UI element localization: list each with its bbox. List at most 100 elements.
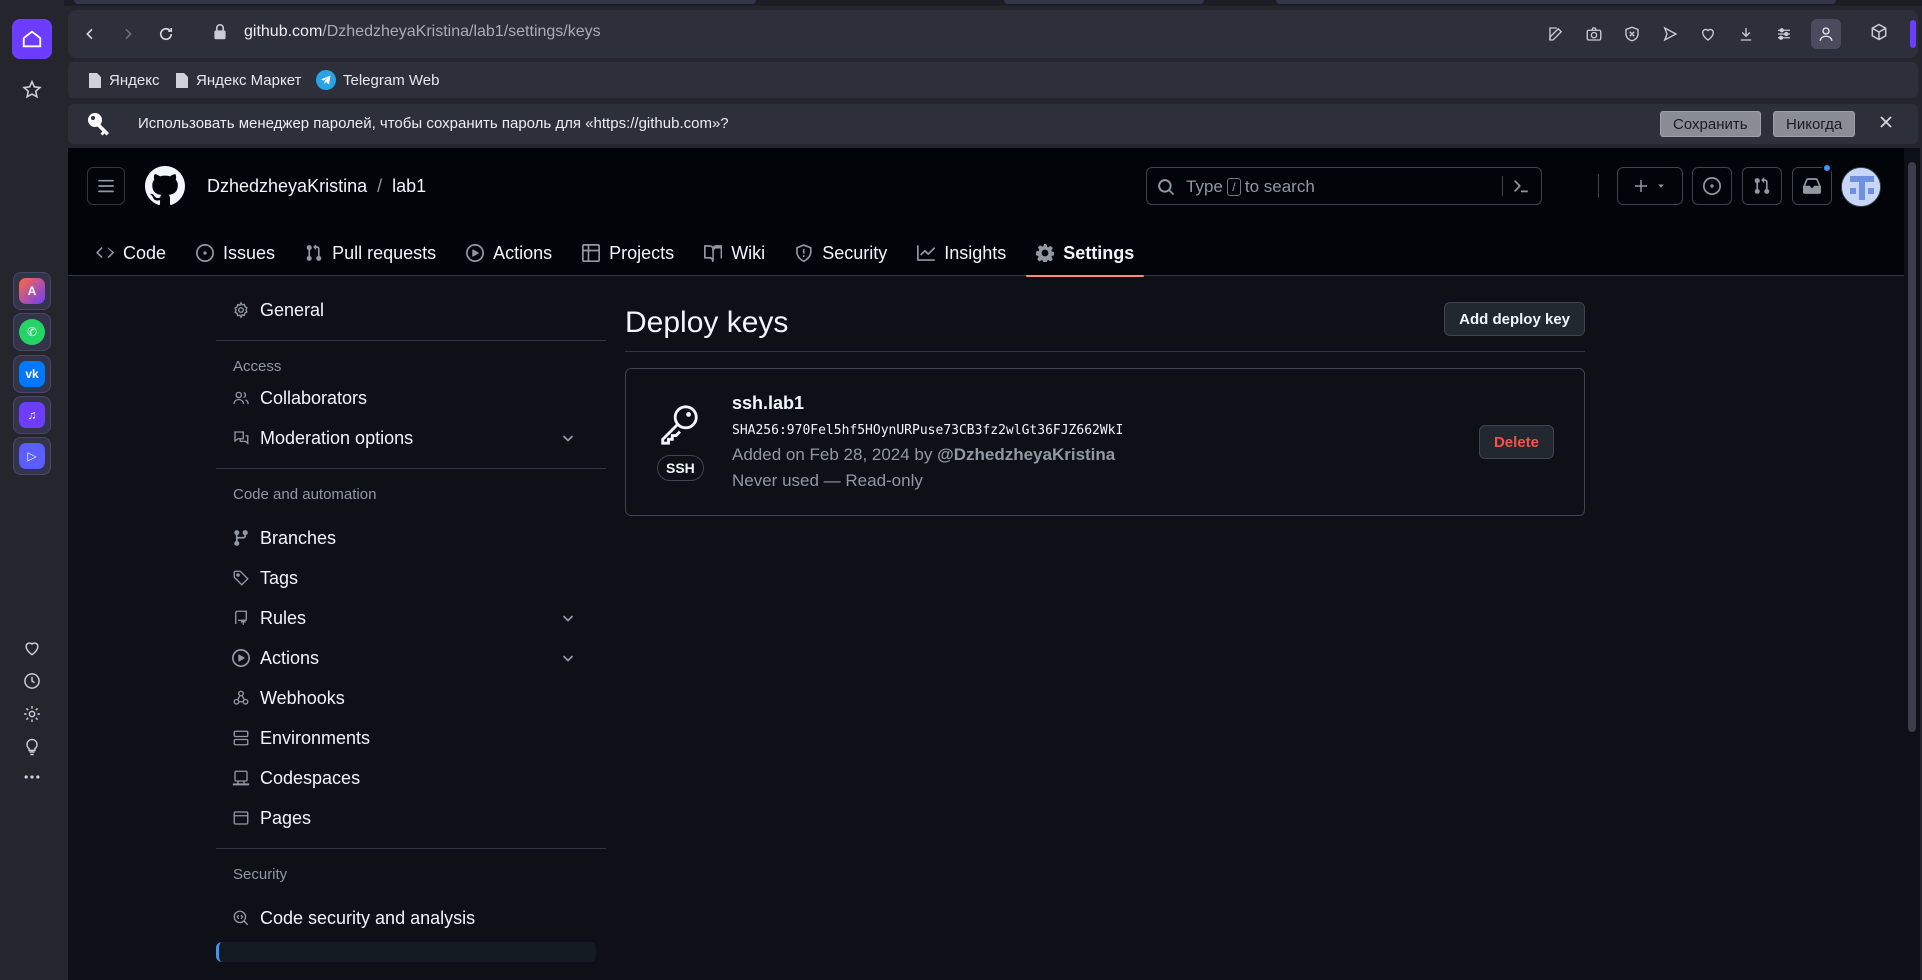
inbox-icon: [1803, 178, 1821, 194]
browser-sidebar: A ✆ vk ♫ ▷: [0, 0, 64, 980]
repo-link[interactable]: lab1: [392, 176, 426, 197]
breadcrumb-separator: /: [377, 176, 383, 196]
sidebar-item-actions[interactable]: Actions: [216, 640, 586, 676]
github-header: DzhedzheyaKristina / lab1 Type / to sear…: [68, 148, 1904, 277]
comment-discussion-icon: [234, 431, 249, 445]
search-input[interactable]: Type / to search: [1146, 167, 1542, 205]
reload-icon[interactable]: [154, 22, 178, 46]
back-icon[interactable]: [78, 22, 102, 46]
chevron-down-icon: [1658, 184, 1664, 188]
menu-button[interactable]: [87, 167, 125, 205]
github-logo-icon[interactable]: [145, 166, 185, 206]
gear-icon: [234, 301, 248, 319]
home-icon[interactable]: [12, 19, 52, 59]
tag-icon: [233, 570, 249, 586]
easy-setup-icon[interactable]: [1773, 23, 1795, 45]
camera-icon[interactable]: [1583, 23, 1605, 45]
codescan-icon: [233, 910, 249, 926]
tab-code[interactable]: Code: [86, 230, 176, 276]
key-usage-info: Never used — Read-only: [732, 471, 923, 490]
page-icon: [176, 72, 188, 88]
tab-security[interactable]: Security: [785, 230, 897, 276]
box-icon[interactable]: [1869, 22, 1891, 44]
sidebar-item-collaborators[interactable]: Collaborators: [216, 380, 586, 416]
music-player-icon[interactable]: ♫: [13, 396, 51, 434]
owner-link[interactable]: DzhedzheyaKristina: [207, 176, 367, 197]
tab-strip: [64, 0, 1922, 6]
tab[interactable]: [1004, 0, 1204, 4]
key-added-info: Added on Feb 28, 2024 by @DzhedzheyaKris…: [732, 445, 1116, 464]
profile-icon[interactable]: [1811, 19, 1841, 49]
tab-pull-requests[interactable]: Pull requests: [295, 230, 446, 276]
password-prompt-message: Использовать менеджер паролей, чтобы сох…: [138, 115, 729, 132]
whatsapp-icon[interactable]: ✆: [13, 313, 51, 351]
sidebar-item-branches[interactable]: Branches: [216, 520, 586, 556]
command-palette-icon[interactable]: [1511, 177, 1531, 195]
key-icon: [86, 111, 112, 137]
sidebar-item-next[interactable]: [216, 942, 596, 962]
key-fingerprint: SHA256:970Fel5hf5HOynURPuse73CB3fz2wlGt3…: [732, 423, 1124, 438]
tab-actions[interactable]: Actions: [456, 230, 562, 276]
bookmark-yandex-market[interactable]: Яндекс Маркет: [175, 70, 301, 90]
send-icon[interactable]: [1659, 23, 1681, 45]
player-icon[interactable]: ▷: [13, 437, 51, 475]
chevron-down-icon: [562, 615, 574, 622]
sidebar-item-rules[interactable]: Rules: [216, 600, 586, 636]
sidebar-item-environments[interactable]: Environments: [216, 720, 586, 756]
lightbulb-icon[interactable]: [20, 735, 44, 759]
sidebar-item-pages[interactable]: Pages: [216, 800, 586, 836]
menu-icon: [98, 179, 114, 193]
adblock-icon[interactable]: [1621, 23, 1643, 45]
pull-requests-button[interactable]: [1742, 167, 1782, 205]
history-icon[interactable]: [20, 669, 44, 693]
play-icon: [232, 649, 250, 667]
pinboard-icon[interactable]: [12, 70, 52, 110]
tab-projects[interactable]: Projects: [572, 230, 684, 276]
sidebar-item-code-security[interactable]: Code security and analysis: [216, 900, 586, 936]
sidebar-item-moderation[interactable]: Moderation options: [216, 420, 586, 456]
sidebar-item-general[interactable]: General: [216, 292, 586, 328]
bookmark-telegram[interactable]: Telegram Web: [316, 70, 439, 90]
pull-request-icon: [306, 244, 322, 261]
issues-button[interactable]: [1692, 167, 1732, 205]
aria-app-icon[interactable]: A: [13, 272, 51, 310]
edit-icon[interactable]: [1545, 23, 1567, 45]
tab-insights[interactable]: Insights: [907, 230, 1016, 276]
delete-key-button[interactable]: Delete: [1478, 425, 1554, 459]
sidebar-item-tags[interactable]: Tags: [216, 560, 586, 596]
heart-icon[interactable]: [20, 636, 44, 660]
url-field[interactable]: github.com/DzhedzheyaKristina/lab1/setti…: [244, 23, 601, 41]
create-new-button[interactable]: [1617, 167, 1683, 205]
key-title: ssh.lab1: [732, 393, 805, 413]
save-password-button[interactable]: Сохранить: [1660, 111, 1761, 137]
avatar[interactable]: [1841, 167, 1881, 207]
close-icon[interactable]: [1878, 114, 1898, 134]
bookmarks-bar: Яндекс Яндекс Маркет Telegram Web: [68, 62, 1918, 98]
chevron-down-icon: [562, 435, 574, 442]
page-scrollbar[interactable]: [1904, 148, 1920, 980]
tab-wiki[interactable]: Wiki: [694, 230, 775, 276]
bookmark-yandex[interactable]: Яндекс: [88, 70, 159, 90]
forward-icon[interactable]: [116, 22, 140, 46]
sidebar-item-codespaces[interactable]: Codespaces: [216, 760, 586, 796]
settings-icon[interactable]: [20, 702, 44, 726]
key-author-link[interactable]: @DzhedzheyaKristina: [937, 445, 1115, 464]
plus-icon: [1635, 180, 1647, 192]
download-icon[interactable]: [1735, 23, 1757, 45]
tab-settings[interactable]: Settings: [1026, 230, 1145, 277]
scrollbar-thumb[interactable]: [1908, 162, 1916, 732]
tab-issues[interactable]: Issues: [186, 230, 285, 276]
more-icon[interactable]: [20, 765, 44, 789]
add-deploy-key-button[interactable]: Add deploy key: [1444, 302, 1585, 336]
never-save-button[interactable]: Никогда: [1773, 111, 1856, 137]
vk-icon[interactable]: vk: [13, 355, 51, 393]
heart-icon[interactable]: [1697, 23, 1719, 45]
people-icon: [233, 391, 249, 405]
tab[interactable]: [74, 0, 756, 4]
tab[interactable]: [1276, 0, 1836, 4]
lock-icon[interactable]: [212, 23, 232, 43]
code-icon: [96, 247, 114, 258]
sidebar-item-webhooks[interactable]: Webhooks: [216, 680, 586, 716]
section-heading-code-automation: Code and automation: [233, 486, 377, 503]
page-title: Deploy keys: [625, 306, 789, 339]
